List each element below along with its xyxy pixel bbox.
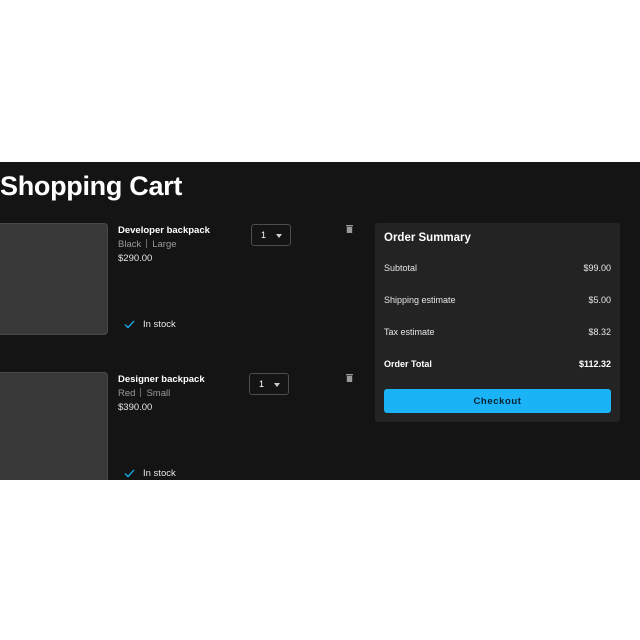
stock-label: In stock [143, 468, 176, 479]
cart-item: Developer backpack Black Large $290.00 1 [0, 223, 360, 353]
product-name[interactable]: Developer backpack [118, 225, 210, 236]
product-variant: Black Large [118, 239, 177, 250]
product-color: Red [118, 388, 136, 399]
product-color: Black [118, 239, 142, 250]
quantity-select[interactable]: 1 [249, 373, 289, 395]
cart-item: Designer backpack Red Small $390.00 1 In… [0, 372, 360, 480]
trash-icon [345, 374, 353, 382]
stock-status: In stock [124, 319, 176, 330]
tax-row: Tax estimate $8.32 [384, 327, 611, 337]
quantity-value: 1 [259, 379, 265, 389]
product-image[interactable] [0, 372, 108, 480]
page-title: Shopping Cart [0, 171, 183, 201]
quantity-select[interactable]: 1 [251, 224, 291, 246]
order-total-value: $112.32 [578, 359, 611, 369]
remove-item-button[interactable] [344, 373, 354, 383]
remove-item-button[interactable] [344, 224, 354, 234]
product-name[interactable]: Designer backpack [118, 374, 205, 385]
tax-label: Tax estimate [384, 327, 435, 337]
shipping-label: Shipping estimate [384, 295, 456, 305]
tax-value: $8.32 [588, 327, 611, 337]
stock-label: In stock [143, 319, 176, 330]
caret-down-icon [276, 234, 282, 238]
product-price: $390.00 [118, 402, 153, 413]
page: Shopping Cart Developer backpack Black La… [0, 0, 640, 640]
subtotal-label: Subtotal [384, 263, 418, 273]
check-icon [124, 320, 135, 329]
product-size: Small [146, 388, 171, 399]
check-icon [124, 469, 135, 478]
order-summary-title: Order Summary [384, 232, 471, 244]
trash-icon [345, 225, 353, 233]
quantity-value: 1 [261, 230, 267, 240]
product-image[interactable] [0, 223, 108, 335]
order-summary: Order Summary Subtotal $99.00 Shipping e… [375, 223, 620, 422]
variant-divider [146, 239, 148, 248]
variant-divider [140, 388, 142, 397]
checkout-button[interactable]: Checkout [384, 389, 611, 413]
order-total-row: Order Total $112.32 [384, 359, 611, 369]
subtotal-row: Subtotal $99.00 [384, 263, 611, 273]
subtotal-value: $99.00 [583, 263, 611, 273]
shipping-row: Shipping estimate $5.00 [384, 295, 611, 305]
shopping-cart-panel: Shopping Cart Developer backpack Black La… [0, 162, 640, 480]
caret-down-icon [274, 383, 280, 387]
order-total-label: Order Total [384, 359, 432, 369]
product-price: $290.00 [118, 253, 153, 264]
product-variant: Red Small [118, 388, 170, 399]
shipping-value: $5.00 [588, 295, 611, 305]
product-size: Large [152, 239, 177, 250]
stock-status: In stock [124, 468, 176, 479]
